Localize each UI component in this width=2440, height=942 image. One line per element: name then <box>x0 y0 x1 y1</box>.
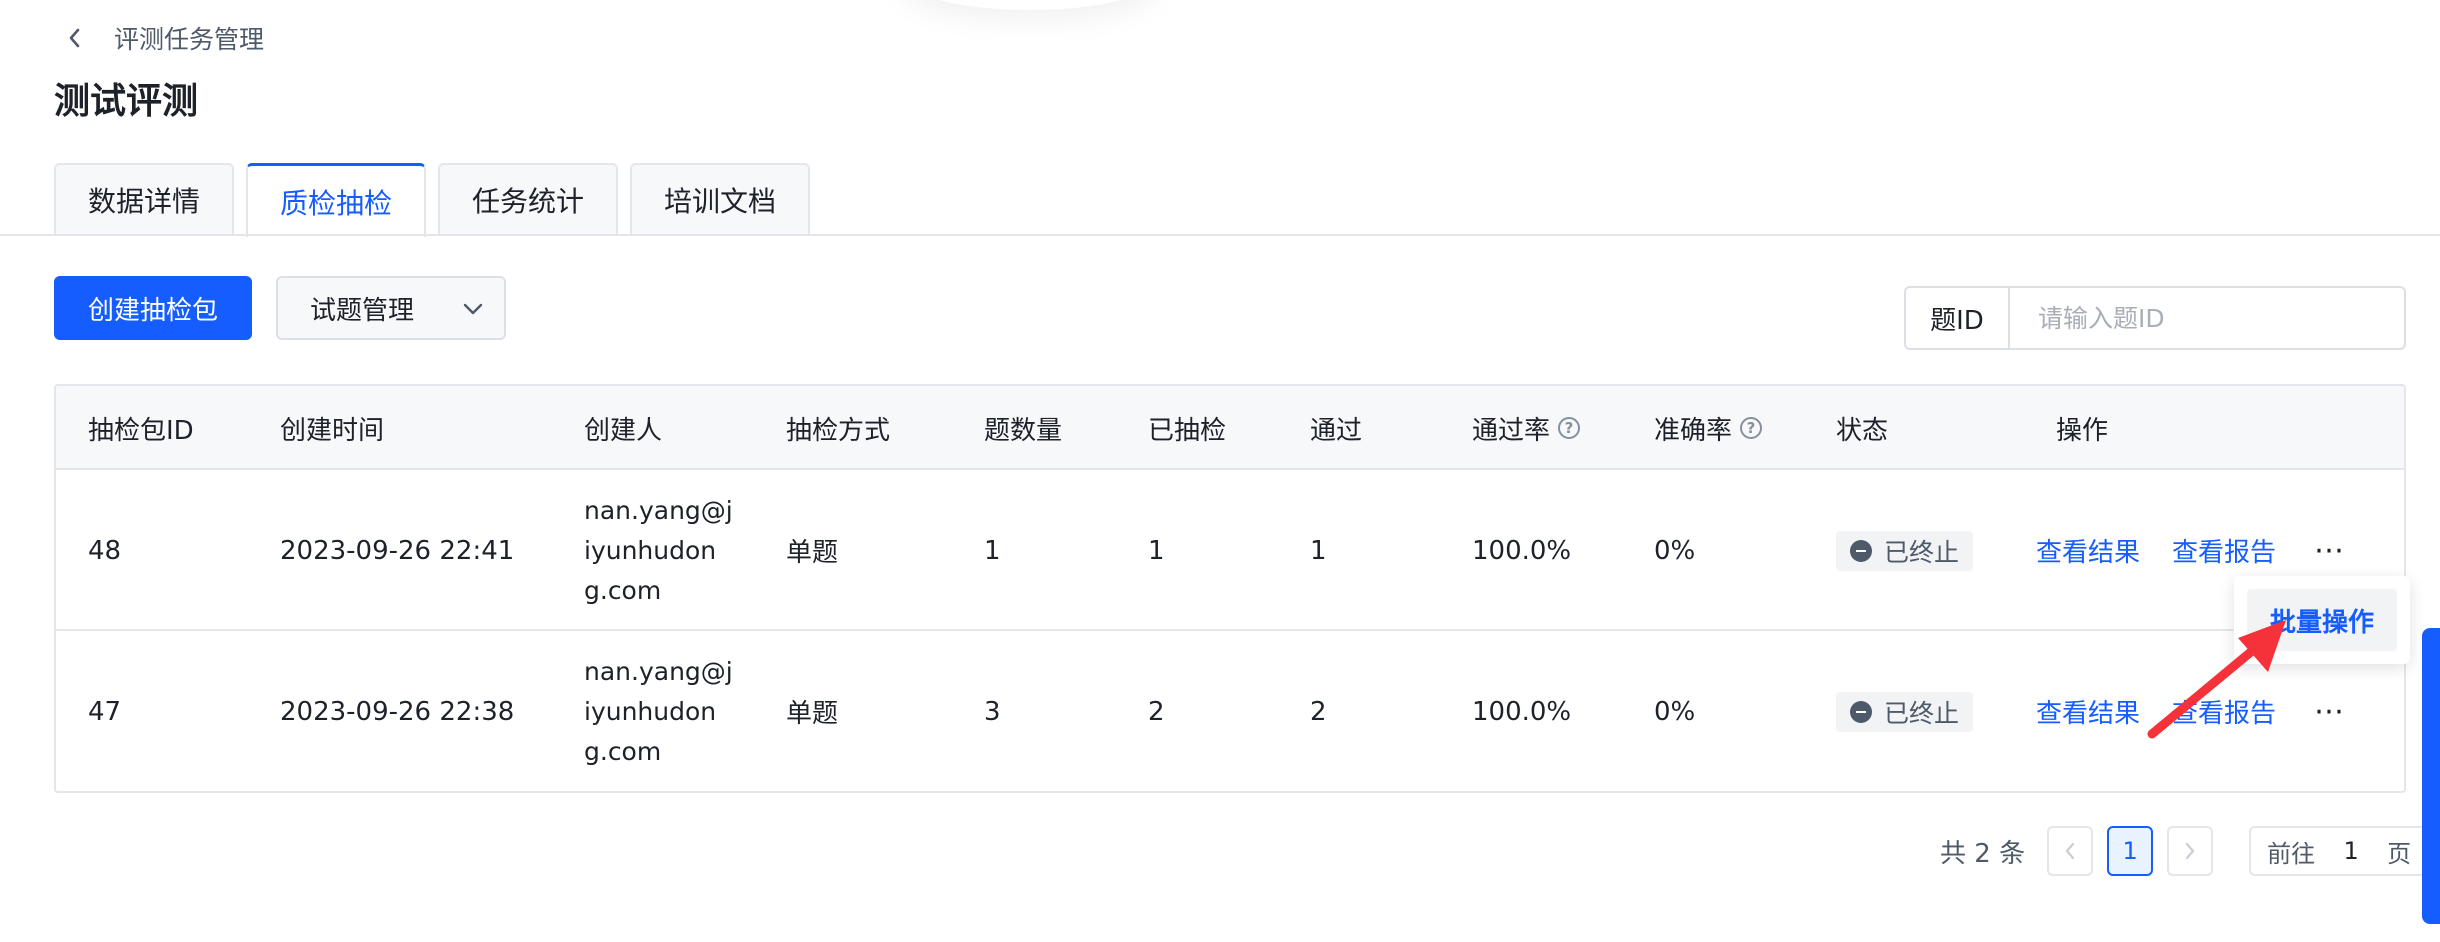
cell-creator: nan.yang@jiyunhudong.com <box>584 656 733 766</box>
cell-checked: 2 <box>1148 696 1165 727</box>
view-report-link[interactable]: 查看报告 <box>2172 693 2276 730</box>
tab-data-details[interactable]: 数据详情 <box>54 163 235 235</box>
chevron-left-icon[interactable] <box>62 25 88 51</box>
page-title: 测试评测 <box>54 81 199 122</box>
question-id-input[interactable] <box>2010 288 2404 348</box>
cell-checked: 1 <box>1148 535 1165 566</box>
pagination: 共 2 条 1 前往 1 页 <box>1940 826 2430 876</box>
status-badge: 已终止 <box>1836 691 1974 732</box>
header-accuracy-label: 准确率 <box>1654 415 1733 446</box>
search-label: 题ID <box>1906 288 2010 348</box>
total-count: 共 2 条 <box>1940 838 2026 869</box>
cell-count: 1 <box>984 535 1001 566</box>
header-count: 题数量 <box>984 415 1063 446</box>
page-button-1[interactable]: 1 <box>2107 826 2154 876</box>
tab-quality-check[interactable]: 质检抽检 <box>246 163 427 237</box>
header-accuracy: 准确率 ? <box>1654 386 1763 470</box>
cell-status: 已终止 <box>1836 631 1974 791</box>
jump-suffix: 页 <box>2387 839 2412 868</box>
package-table: 抽检包ID 创建时间 创建人 抽检方式 题数量 已抽检 通过 通过率 ? 准确率… <box>54 384 2406 793</box>
question-circle-icon[interactable]: ? <box>1558 417 1581 439</box>
cell-package-id: 48 <box>88 535 122 566</box>
table-header: 抽检包ID 创建时间 创建人 抽检方式 题数量 已抽检 通过 通过率 ? 准确率… <box>56 386 2404 470</box>
cell-method: 单题 <box>786 699 839 729</box>
view-report-link[interactable]: 查看报告 <box>2172 532 2276 569</box>
header-checked: 已抽检 <box>1148 415 1227 446</box>
cell-pass-rate: 100.0% <box>1472 696 1572 727</box>
jump-page-input[interactable]: 1 <box>2326 837 2376 865</box>
minus-circle-icon <box>1850 539 1872 562</box>
cell-actions: 查看结果 <box>2036 470 2140 631</box>
page: 评测任务管理 测试评测 数据详情 质检抽检 任务统计 培训文档 创建抽检包 试题… <box>0 0 2440 942</box>
cell-package-id: 47 <box>88 696 122 727</box>
more-actions-popup: 批量操作 <box>2234 576 2410 664</box>
prev-page-button[interactable] <box>2047 826 2094 876</box>
header-creator: 创建人 <box>584 415 663 446</box>
header-package-id: 抽检包ID <box>88 415 194 446</box>
top-shadow <box>900 0 1160 10</box>
cell-method: 单题 <box>786 538 839 568</box>
header-method: 抽检方式 <box>786 415 891 446</box>
more-horizontal-icon[interactable]: ⋯ <box>2314 696 2346 726</box>
tabs-divider <box>0 234 2440 236</box>
view-result-link[interactable]: 查看结果 <box>2036 693 2140 730</box>
tab-bar: 数据详情 质检抽检 任务统计 培训文档 <box>54 163 811 237</box>
status-badge: 已终止 <box>1836 530 1974 571</box>
breadcrumb: 评测任务管理 <box>62 18 264 58</box>
header-status: 状态 <box>1836 415 1889 446</box>
cell-created-time: 2023-09-26 22:38 <box>280 696 515 727</box>
breadcrumb-link[interactable]: 评测任务管理 <box>114 20 264 56</box>
cell-status: 已终止 <box>1836 470 1974 631</box>
question-circle-icon[interactable]: ? <box>1740 417 1763 439</box>
batch-operation-menu-item[interactable]: 批量操作 <box>2247 589 2397 651</box>
question-id-search: 题ID <box>1904 286 2406 350</box>
side-float-tab[interactable] <box>2422 628 2440 924</box>
status-text: 已终止 <box>1884 698 1960 728</box>
cell-passed: 1 <box>1310 535 1327 566</box>
view-result-link[interactable]: 查看结果 <box>2036 532 2140 569</box>
cell-pass-rate: 100.0% <box>1472 535 1572 566</box>
table-row: 48 2023-09-26 22:41 nan.yang@jiyunhudong… <box>56 470 2404 631</box>
tab-task-stats[interactable]: 任务统计 <box>438 163 619 235</box>
create-package-button[interactable]: 创建抽检包 <box>54 276 252 340</box>
question-manage-label: 试题管理 <box>310 295 415 326</box>
chevron-down-icon <box>462 293 484 323</box>
jump-prefix: 前往 <box>2267 839 2316 868</box>
header-created-time: 创建时间 <box>280 415 385 446</box>
page-jumper: 前往 1 页 <box>2249 826 2430 876</box>
header-passed: 通过 <box>1310 415 1363 446</box>
cell-count: 3 <box>984 696 1001 727</box>
minus-circle-icon <box>1850 700 1872 723</box>
cell-accuracy: 0% <box>1654 535 1696 566</box>
header-actions: 操作 <box>2056 415 2109 446</box>
cell-creator: nan.yang@jiyunhudong.com <box>584 495 733 605</box>
next-page-button[interactable] <box>2167 826 2214 876</box>
chevron-right-icon <box>2185 842 2195 860</box>
table-row: 47 2023-09-26 22:38 nan.yang@jiyunhudong… <box>56 631 2404 791</box>
cell-accuracy: 0% <box>1654 696 1696 727</box>
question-manage-dropdown[interactable]: 试题管理 <box>276 276 506 340</box>
cell-passed: 2 <box>1310 696 1327 727</box>
cell-actions: 查看结果 <box>2036 631 2140 791</box>
status-text: 已终止 <box>1884 537 1960 567</box>
more-horizontal-icon[interactable]: ⋯ <box>2314 535 2346 565</box>
header-pass-rate: 通过率 ? <box>1472 386 1581 470</box>
header-pass-rate-label: 通过率 <box>1472 415 1551 446</box>
tab-training-docs[interactable]: 培训文档 <box>630 163 811 235</box>
cell-created-time: 2023-09-26 22:41 <box>280 535 515 566</box>
chevron-left-icon <box>2065 842 2075 860</box>
